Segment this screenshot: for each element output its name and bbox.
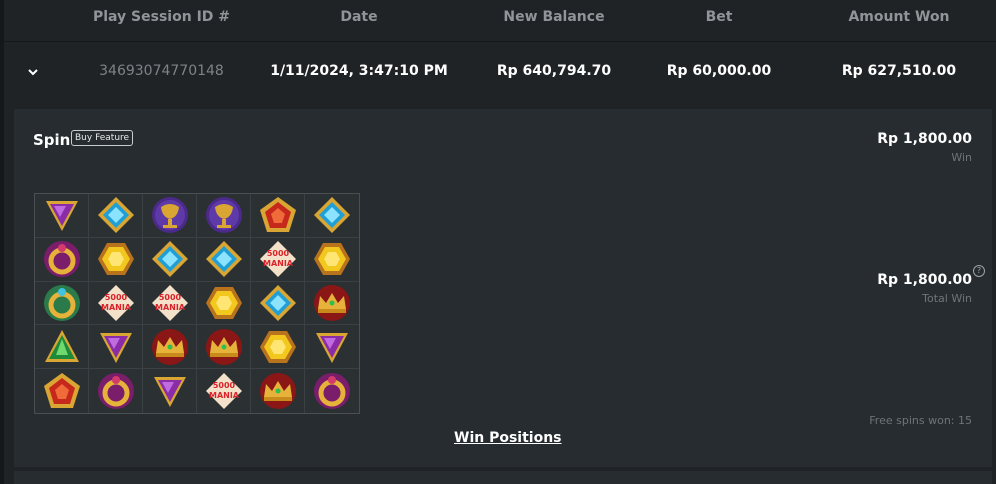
reel-cell <box>89 325 143 370</box>
purple-gem-icon <box>99 332 132 363</box>
gold-chalice-icon <box>151 197 188 234</box>
crown-icon <box>259 373 296 410</box>
win-amount: Rp 1,800.00 <box>877 131 972 147</box>
table-header: Play Session ID # Date New Balance Bet A… <box>4 0 996 42</box>
header-bet: Bet <box>705 9 733 25</box>
svg-text:5000: 5000 <box>158 293 181 302</box>
reel-cell: 5000 MANIA <box>197 369 251 413</box>
purple-gem-icon <box>45 201 78 232</box>
session-date: 1/11/2024, 3:47:10 PM <box>270 63 448 79</box>
total-win-amount: Rp 1,800.00 <box>877 272 972 288</box>
spin-details-panel: Spin Buy Feature Rp 1,800.00 Win Rp 1,80… <box>14 109 992 467</box>
header-date: Date <box>340 9 378 25</box>
buy-feature-badge: Buy Feature <box>71 130 134 146</box>
mania-bonus-icon: 5000MANIA <box>205 373 242 410</box>
reel-cell <box>35 194 89 238</box>
free-spins-won: Free spins won: 15 <box>869 414 972 427</box>
gold-chalice-icon <box>205 197 242 234</box>
crown-icon <box>151 328 188 365</box>
spin-title: Spin <box>33 131 71 149</box>
reel-cell <box>89 369 143 413</box>
blue-diamond-icon <box>314 197 350 234</box>
red-pentagon-gem-icon <box>43 373 80 409</box>
reel-cell <box>35 369 89 413</box>
next-row-edge <box>14 471 992 484</box>
reel-cell <box>305 282 359 326</box>
gold-ring-icon <box>43 241 80 278</box>
header-new-balance: New Balance <box>503 9 605 25</box>
reel-cell <box>251 325 305 370</box>
amount-won: Rp 627,510.00 <box>841 63 957 79</box>
reel-grid: 5000 MANIA 5000 MANIA 5000 MANIA 5000 MANIA <box>34 193 360 414</box>
mania-bonus-icon: 5000MANIA <box>151 284 188 321</box>
reel-cell <box>305 238 359 282</box>
bet-amount: Rp 60,000.00 <box>666 63 772 79</box>
reel-cell: 5000 MANIA <box>143 281 197 326</box>
total-win-label: Total Win <box>922 292 972 305</box>
blue-diamond-icon <box>205 241 242 278</box>
win-label: Win <box>951 151 972 164</box>
session-id: 34693074770148 <box>99 63 224 79</box>
reel-cell <box>197 281 251 326</box>
reel-cell <box>35 325 89 370</box>
svg-text:MANIA: MANIA <box>208 391 239 400</box>
header-amount-won: Amount Won <box>848 9 950 25</box>
mania-bonus-icon: 5000MANIA <box>259 241 296 278</box>
win-positions-link[interactable]: Win Positions <box>454 430 562 446</box>
purple-gem-icon <box>316 332 348 363</box>
reel-cell <box>143 369 197 413</box>
crown-icon <box>314 284 350 321</box>
blue-diamond-icon <box>151 241 188 278</box>
reel-cell <box>89 237 143 282</box>
gold-ring-icon <box>97 373 134 410</box>
svg-text:5000: 5000 <box>104 293 127 302</box>
reel-cell <box>35 281 89 326</box>
reel-cell: 5000 MANIA <box>89 281 143 326</box>
game-history-page: Play Session ID # Date New Balance Bet A… <box>0 0 996 484</box>
reel-cell <box>251 194 305 238</box>
yellow-hexagon-gem-icon <box>314 243 350 276</box>
yellow-hexagon-gem-icon <box>205 286 242 319</box>
svg-text:MANIA: MANIA <box>262 259 293 268</box>
reel-cell <box>35 237 89 282</box>
header-session-id: Play Session ID # <box>92 9 230 25</box>
reel-cell <box>89 194 143 238</box>
reel-cell <box>197 237 251 282</box>
chevron-down-icon[interactable] <box>26 65 40 79</box>
green-gem-icon <box>44 329 79 362</box>
svg-text:MANIA: MANIA <box>154 303 185 312</box>
yellow-hexagon-gem-icon <box>259 330 296 363</box>
reel-cell <box>143 325 197 370</box>
crown-icon <box>205 328 242 365</box>
mania-bonus-icon: 5000MANIA <box>97 284 134 321</box>
blue-diamond-icon <box>259 284 296 321</box>
red-pentagon-gem-icon <box>259 197 296 233</box>
purple-gem-icon <box>153 377 186 408</box>
svg-text:MANIA: MANIA <box>100 303 131 312</box>
reel-cell <box>305 194 359 238</box>
yellow-hexagon-gem-icon <box>97 243 134 276</box>
reel-cell <box>305 325 359 370</box>
reel-cell: 5000 MANIA <box>251 237 305 282</box>
reel-cell <box>251 281 305 326</box>
svg-text:5000: 5000 <box>212 381 235 390</box>
reel-cell <box>251 369 305 413</box>
gold-ring-icon <box>314 373 350 410</box>
reel-cell <box>143 194 197 238</box>
reel-cell <box>305 369 359 413</box>
green-ring-icon <box>43 284 80 321</box>
reel-cell <box>197 325 251 370</box>
table-row[interactable]: 34693074770148 1/11/2024, 3:47:10 PM Rp … <box>4 43 996 107</box>
new-balance: Rp 640,794.70 <box>496 63 612 79</box>
blue-diamond-icon <box>97 197 134 234</box>
reel-cell <box>197 194 251 238</box>
svg-text:5000: 5000 <box>266 249 289 258</box>
reel-cell <box>143 237 197 282</box>
help-icon[interactable]: ? <box>973 265 985 277</box>
